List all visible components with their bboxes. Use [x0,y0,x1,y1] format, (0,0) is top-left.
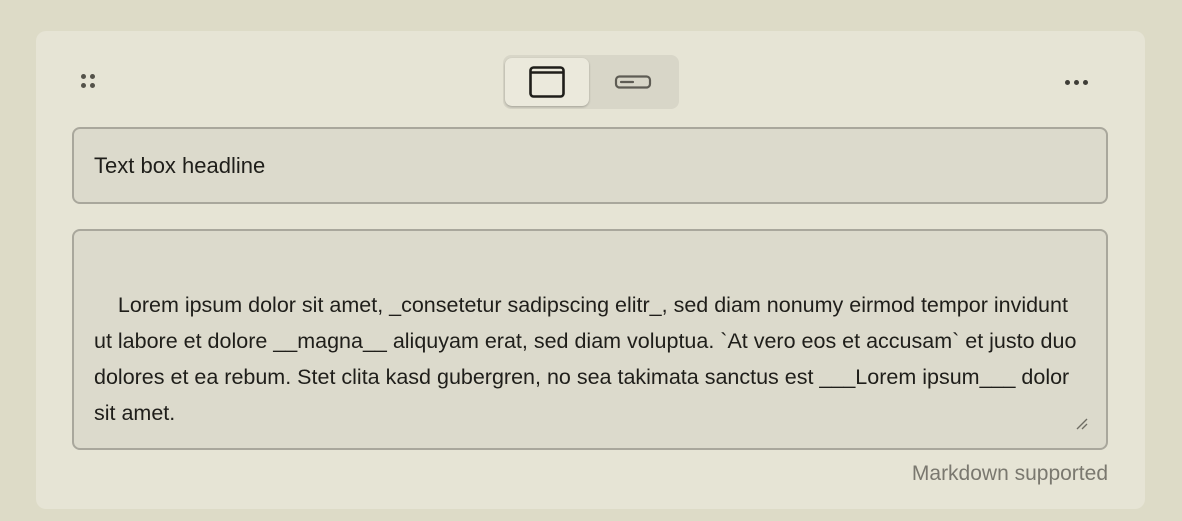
resize-grip-icon[interactable] [1074,416,1088,430]
body-textarea[interactable]: Lorem ipsum dolor sit amet, _consetetur … [72,229,1108,450]
more-horizontal-icon [1064,79,1070,85]
markdown-hint: Markdown supported [911,462,1108,485]
layout-toggle [503,55,679,109]
body-textarea-value: Lorem ipsum dolor sit amet, _consetetur … [94,293,1083,425]
drag-handle-icon[interactable] [80,73,100,93]
window-frame-icon [529,66,565,98]
more-options-button[interactable] [1056,69,1096,95]
text-box-card: Text box headline Lorem ipsum dolor sit … [36,31,1145,509]
input-bar-icon [614,75,652,89]
card-layout-button[interactable] [505,58,589,106]
headline-input[interactable]: Text box headline [72,127,1108,204]
inline-layout-button[interactable] [591,58,675,106]
headline-input-value: Text box headline [94,152,266,178]
